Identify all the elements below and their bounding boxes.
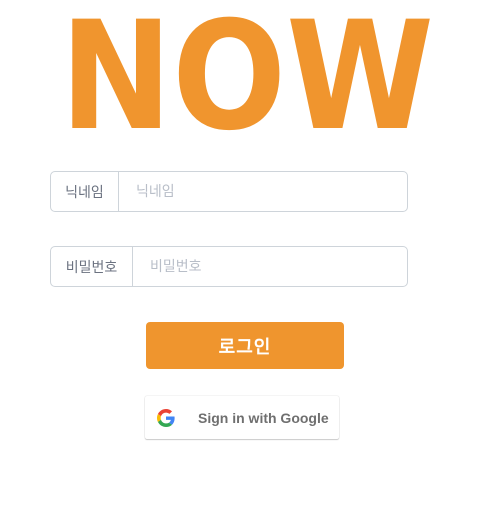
- password-input[interactable]: [133, 247, 407, 286]
- google-sign-in-label: Sign in with Google: [198, 409, 329, 426]
- password-field: 비밀번호: [50, 246, 408, 287]
- now-logo: NOW: [60, 14, 434, 134]
- nickname-label: 닉네임: [51, 172, 119, 211]
- login-button[interactable]: 로그인: [146, 322, 344, 369]
- nickname-input[interactable]: [119, 172, 407, 211]
- password-label: 비밀번호: [51, 247, 133, 286]
- logo-text: NOW: [60, 14, 434, 134]
- google-sign-in-button[interactable]: Sign in with Google: [145, 396, 339, 439]
- google-g-icon: [156, 408, 176, 428]
- nickname-field: 닉네임: [50, 171, 408, 212]
